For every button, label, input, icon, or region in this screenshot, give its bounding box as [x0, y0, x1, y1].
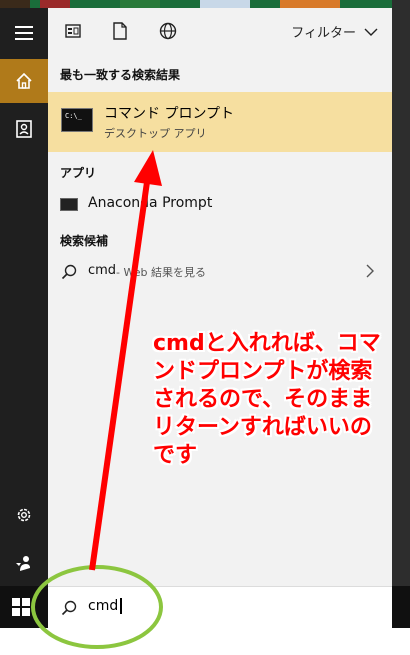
annotation-arrow-shaft	[89, 174, 151, 571]
annotation-note: cmdと入れれば、コマンドプロンプトが検索されるので、そのままリターンすればいい…	[153, 331, 381, 468]
annotation-overlay	[31, 150, 163, 649]
annotation-arrow-head	[134, 150, 162, 186]
annotation-ellipse	[31, 565, 163, 649]
